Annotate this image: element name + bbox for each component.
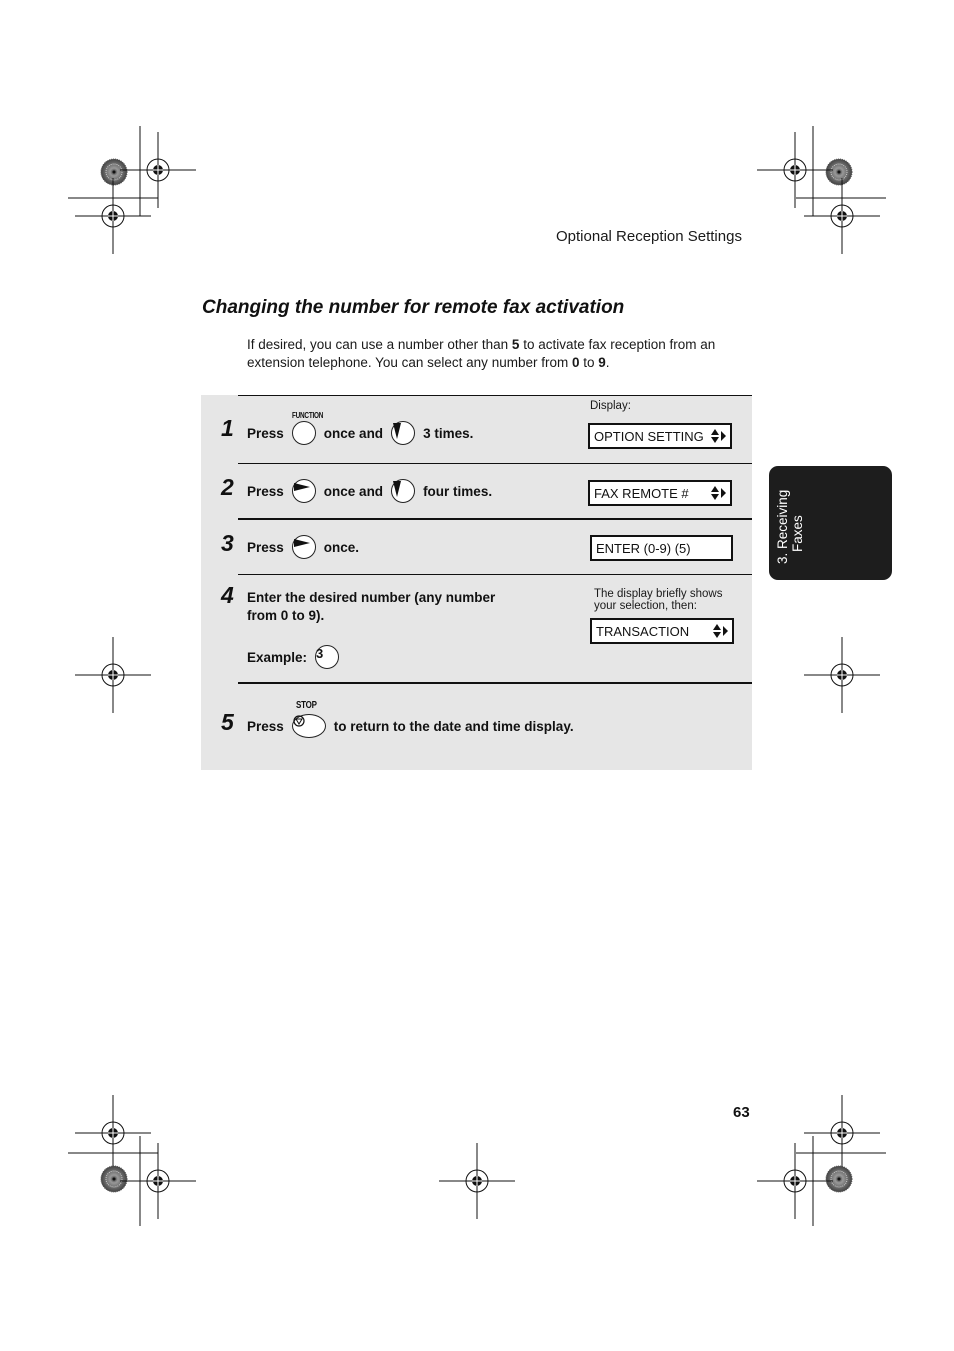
lcd-text: ENTER (0-9) (5) [596,540,691,556]
step-text: Press [247,483,284,499]
step-text: once. [323,539,360,555]
step-text: Press [247,425,284,441]
intro-bold-number: 9 [598,355,606,370]
step-number: 2 [221,474,234,500]
display-note: The display briefly shows [594,588,723,600]
step-text: Press [247,718,284,734]
section-title: Changing the number for remote fax activ… [202,297,625,318]
example-label: Example: [247,649,308,665]
lcd-display: FAX REMOTE # [588,480,732,506]
chapter-tab: 3. Receiving Faxes [769,466,892,580]
chapter-tab-line: Faxes [790,515,805,552]
chapter-tab-line: 3. Receiving [775,489,790,564]
display-note: your selection, then: [594,600,697,612]
lcd-display: OPTION SETTING [588,423,732,449]
lcd-text: OPTION SETTING [594,428,704,444]
step-text: to return to the date and time display. [333,718,574,734]
step-text: Press [247,539,284,555]
step-number: 5 [221,709,234,735]
up-down-right-arrows-icon [713,623,729,639]
step-text: from 0 to 9). [247,608,325,623]
down-arrow-key-icon [391,421,416,445]
lcd-display: ENTER (0-9) (5) [590,535,733,561]
step-divider [238,395,752,396]
right-arrow-key-icon [291,535,316,559]
intro-paragraph: If desired, you can use a number other t… [247,336,747,372]
stop-key-label: STOP [296,700,317,711]
step-number: 1 [221,415,234,441]
intro-text: . [605,355,610,370]
step-text: once and [323,483,384,499]
step-divider [238,463,752,464]
step-number: 3 [221,530,234,556]
function-key-label: FUNCTION [292,411,324,420]
step-text: once and [323,425,384,441]
number-key-icon: 3 [315,645,340,669]
display-label: Display: [590,400,631,412]
lcd-display: TRANSACTION [590,618,734,644]
function-key-icon [291,421,316,445]
intro-text: If desired, you can use a number other t… [247,337,512,352]
step-text: four times. [423,483,493,499]
step-text: Enter the desired number (any number [247,590,496,605]
lcd-text: FAX REMOTE # [594,485,689,501]
up-down-right-arrows-icon [711,485,727,501]
stop-key-icon [291,714,326,738]
step-divider [238,518,752,520]
intro-text: to [579,355,599,370]
step-number: 4 [221,582,234,608]
step-divider [238,574,752,575]
page-number: 63 [733,1104,750,1121]
rosette-mark [100,158,128,186]
right-arrow-key-icon [291,479,316,503]
step-text: 3 times. [423,425,474,441]
up-down-right-arrows-icon [711,428,727,444]
down-arrow-key-icon [391,479,416,503]
lcd-text: TRANSACTION [596,623,690,639]
step-divider [238,682,752,684]
running-header: Optional Reception Settings [556,228,742,245]
